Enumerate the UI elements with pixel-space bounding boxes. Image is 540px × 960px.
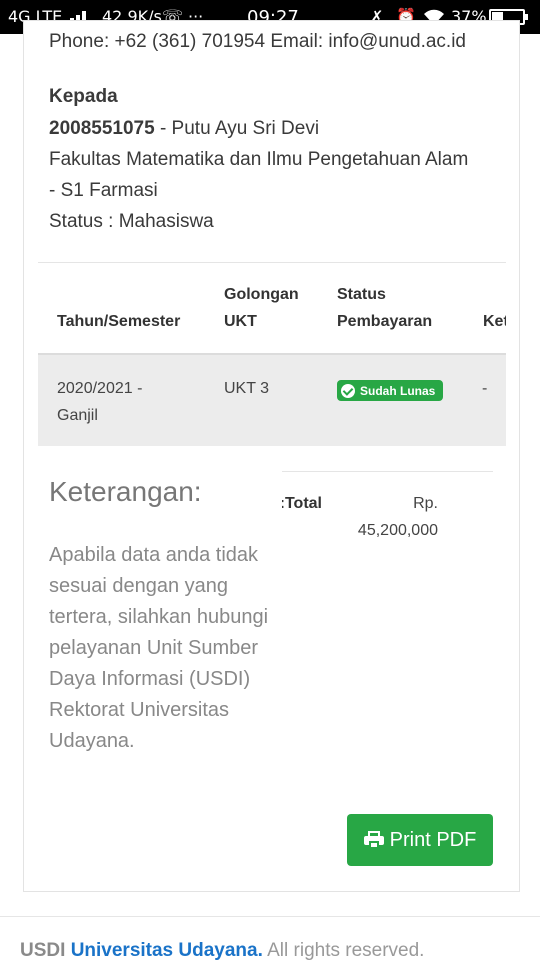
footer-university-link[interactable]: Universitas Udayana. bbox=[71, 940, 263, 960]
col-header-status-line2: Pembayaran bbox=[337, 313, 433, 330]
total-divider bbox=[282, 471, 493, 472]
print-pdf-button[interactable]: Print PDF bbox=[347, 814, 493, 866]
recipient-heading: Kepada bbox=[49, 86, 118, 107]
cell-golongan: UKT 3 bbox=[224, 380, 270, 397]
cell-semester: 2020/2021 - Ganjil bbox=[57, 375, 142, 429]
footer-brand: USDI bbox=[20, 940, 66, 960]
printer-icon bbox=[363, 831, 384, 849]
status-badge-label: Sudah Lunas bbox=[360, 383, 436, 398]
recipient-line: 2008551075 - Putu Ayu Sri Devi bbox=[49, 118, 319, 140]
contact-line: Phone: +62 (361) 701954 Email: info@unud… bbox=[49, 31, 466, 52]
col-header-status: Status Pembayaran bbox=[337, 281, 432, 335]
print-pdf-label: Print PDF bbox=[389, 828, 477, 851]
col-header-golongan-line2: UKT bbox=[224, 313, 257, 330]
total-value-line2: 45,200,000 bbox=[357, 522, 438, 539]
faculty: Fakultas Matematika dan Ilmu Pengetahuan… bbox=[49, 149, 469, 170]
footer-rights: All rights reserved. bbox=[262, 940, 425, 960]
check-circle-icon bbox=[341, 383, 355, 398]
student-nim: 2008551075 bbox=[49, 118, 155, 139]
col-header-status-line1: Status bbox=[337, 286, 386, 303]
section-divider bbox=[38, 262, 506, 263]
total-value-line1: Rp. bbox=[413, 495, 438, 512]
col-header-semester: Tahun/Semester bbox=[57, 313, 181, 330]
footer-copyright: USDI Universitas Udayana. All rights res… bbox=[20, 940, 424, 960]
keterangan-title: Keterangan: bbox=[49, 476, 202, 507]
footer-divider bbox=[0, 916, 540, 917]
student-status: Status : Mahasiswa bbox=[49, 211, 214, 232]
cell-semester-line2: Ganjil bbox=[57, 407, 98, 424]
keterangan-body: Apabila data anda tidak sesuai dengan ya… bbox=[49, 544, 269, 752]
col-header-golongan-line1: Golongan bbox=[224, 286, 299, 303]
col-header-keterangan: Ket bbox=[483, 313, 506, 330]
total-label: Total: bbox=[282, 495, 322, 512]
student-name: - Putu Ayu Sri Devi bbox=[154, 118, 320, 139]
cell-keterangan: - bbox=[482, 380, 488, 397]
cell-semester-line1: 2020/2021 - bbox=[57, 380, 143, 397]
col-header-golongan: Golongan UKT bbox=[224, 281, 299, 335]
status-badge: Sudah Lunas bbox=[337, 380, 444, 401]
study-program: - S1 Farmasi bbox=[49, 180, 158, 201]
total-value: Rp. 45,200,000 bbox=[340, 490, 438, 544]
